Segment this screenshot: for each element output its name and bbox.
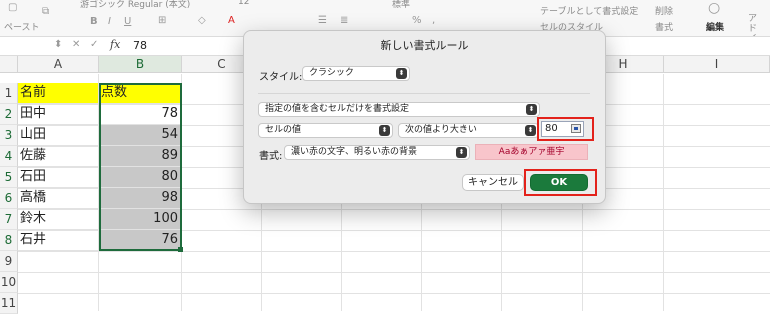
cell-b6[interactable]: 98 xyxy=(99,188,182,209)
cell-b4[interactable]: 89 xyxy=(99,146,182,167)
format-as-table-button[interactable]: テーブルとして書式設定 xyxy=(540,4,638,17)
font-color-icon[interactable]: A xyxy=(228,15,235,26)
chevron-updown-icon: ⬍ xyxy=(456,147,467,158)
cell-a1[interactable]: 名前 xyxy=(18,83,99,104)
divider xyxy=(258,93,590,94)
fill-color-icon[interactable]: ◇ xyxy=(198,15,206,26)
name-box[interactable] xyxy=(4,39,60,52)
delete-button[interactable]: 削除 xyxy=(655,4,673,17)
rule-type-value: 指定の値を含むセルだけを書式設定 xyxy=(265,104,410,114)
addin-button[interactable]: アド イン xyxy=(748,14,764,36)
cell-a2[interactable]: 田中 xyxy=(18,104,99,125)
cell-b5[interactable]: 80 xyxy=(99,167,182,188)
format-select-value: 濃い赤の文字、明るい赤の背景 xyxy=(291,147,418,157)
stepper-icon[interactable]: ⬍ xyxy=(54,39,62,50)
percent-icon[interactable]: % xyxy=(412,15,422,26)
align-icon[interactable]: ☰ xyxy=(318,15,327,26)
font-name-select[interactable]: 游ゴシック Regular (本文) xyxy=(80,0,190,10)
corner-select-all[interactable] xyxy=(0,56,18,73)
cell-b8[interactable]: 76 xyxy=(99,230,182,251)
value-input-text: 80 xyxy=(545,123,558,134)
indent-icon[interactable]: ≣ xyxy=(340,15,348,26)
chevron-updown-icon: ⬍ xyxy=(526,104,537,115)
formula-input[interactable]: 78 xyxy=(133,39,147,52)
bold-icon[interactable]: B xyxy=(90,16,98,27)
column-header-i[interactable]: I xyxy=(664,56,770,73)
style-label: スタイル: xyxy=(259,72,303,83)
font-size-select[interactable]: 12 xyxy=(238,0,249,7)
cell-b2[interactable]: 78 xyxy=(99,104,182,125)
format-label: 書式: xyxy=(259,151,283,162)
chevron-updown-icon: ⬍ xyxy=(396,68,407,79)
row-header-7[interactable]: 7 xyxy=(0,209,18,230)
column-header-b[interactable]: B xyxy=(99,56,182,73)
confirm-icon[interactable]: ✓ xyxy=(90,39,98,50)
row-header-3[interactable]: 3 xyxy=(0,125,18,146)
copy-icon[interactable]: ⧉ xyxy=(42,6,49,17)
format-preview: Aaあぁアァ亜宇 xyxy=(475,144,588,160)
fill-handle[interactable] xyxy=(178,247,183,252)
cancel-button[interactable]: キャンセル xyxy=(462,174,524,191)
cell-a8[interactable]: 石井 xyxy=(18,230,99,251)
rule-type-select[interactable]: 指定の値を含むセルだけを書式設定 ⬍ xyxy=(258,102,540,117)
condition-subject-value: セルの値 xyxy=(265,125,302,135)
condition-subject-select[interactable]: セルの値 ⬍ xyxy=(258,123,393,138)
chevron-updown-icon: ⬍ xyxy=(379,125,390,136)
ok-button[interactable]: OK xyxy=(530,174,588,191)
paste-icon[interactable]: ▢ xyxy=(8,2,17,13)
cell-a6[interactable]: 高橋 xyxy=(18,188,99,209)
format-button[interactable]: 書式 xyxy=(655,20,673,33)
cancel-icon[interactable]: ✕ xyxy=(72,39,80,50)
underline-icon[interactable]: U xyxy=(124,16,131,27)
format-select[interactable]: 濃い赤の文字、明るい赤の背景 ⬍ xyxy=(284,145,470,160)
search-icon[interactable]: ○ xyxy=(708,0,720,16)
row-header-6[interactable]: 6 xyxy=(0,188,18,209)
row-header-8[interactable]: 8 xyxy=(0,230,18,251)
cell-a3[interactable]: 山田 xyxy=(18,125,99,146)
number-format-select[interactable]: 標準 xyxy=(392,0,410,10)
cell-a5[interactable]: 石田 xyxy=(18,167,99,188)
collapse-dialog-icon[interactable] xyxy=(571,124,581,133)
edit-button[interactable]: 編集 xyxy=(706,20,724,33)
italic-icon[interactable]: I xyxy=(108,16,111,27)
row-header-4[interactable]: 4 xyxy=(0,146,18,167)
operator-select[interactable]: 次の値より大きい ⬍ xyxy=(398,123,539,138)
style-select-value: クラシック xyxy=(309,68,354,78)
style-select[interactable]: クラシック ⬍ xyxy=(302,66,410,81)
row-header-1[interactable]: 1 xyxy=(0,83,18,104)
row-header-5[interactable]: 5 xyxy=(0,167,18,188)
row-header-2[interactable]: 2 xyxy=(0,104,18,125)
value-input[interactable]: 80 xyxy=(541,121,584,137)
operator-value: 次の値より大きい xyxy=(405,125,477,135)
column-header-a[interactable]: A xyxy=(18,56,99,73)
cell-b1[interactable]: 点数 xyxy=(99,83,182,104)
border-icon[interactable]: ⊞ xyxy=(158,15,166,26)
fx-icon[interactable]: fx xyxy=(110,38,120,51)
chevron-updown-icon: ⬍ xyxy=(525,125,536,136)
cell-a4[interactable]: 佐藤 xyxy=(18,146,99,167)
comma-icon[interactable]: , xyxy=(432,15,435,26)
cell-b7[interactable]: 100 xyxy=(99,209,182,230)
paste-label[interactable]: ペースト xyxy=(4,20,40,33)
row-header-10[interactable]: 10 xyxy=(0,272,18,293)
cell-b3[interactable]: 54 xyxy=(99,125,182,146)
row-header-9[interactable]: 9 xyxy=(0,251,18,272)
cell-a7[interactable]: 鈴木 xyxy=(18,209,99,230)
dialog-title: 新しい書式ルール xyxy=(380,39,469,52)
